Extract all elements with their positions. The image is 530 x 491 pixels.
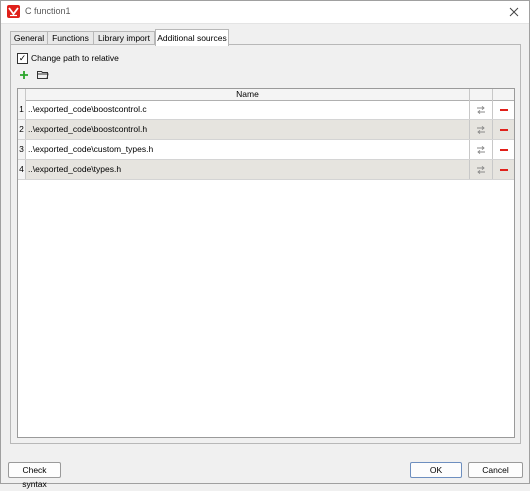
remove-icon[interactable] [499, 108, 508, 112]
source-path[interactable]: ..\exported_code\types.h [26, 160, 470, 179]
row-number: 1 [18, 100, 26, 119]
swap-icon[interactable] [476, 145, 486, 154]
app-logo-icon [7, 5, 20, 18]
plus-icon[interactable] [19, 70, 29, 80]
title-bar: C function1 [1, 1, 529, 24]
swap-icon[interactable] [476, 165, 486, 174]
dialog-window: C function1 General Functions Library im… [0, 0, 530, 489]
row-number: 2 [18, 120, 26, 139]
tab-general[interactable]: General [10, 31, 48, 45]
table-row[interactable]: 2 ..\exported_code\boostcontrol.h [18, 120, 514, 140]
change-path-label: Change path to relative [31, 53, 119, 63]
check-syntax-button[interactable]: Check syntax [8, 462, 61, 489]
table-row[interactable]: 3 ..\exported_code\custom_types.h [18, 140, 514, 160]
source-path[interactable]: ..\exported_code\boostcontrol.c [26, 100, 470, 119]
source-path[interactable]: ..\exported_code\boostcontrol.h [26, 120, 470, 139]
remove-icon[interactable] [499, 148, 508, 152]
ok-button[interactable]: OK [410, 462, 462, 478]
table-row[interactable]: 4 ..\exported_code\types.h [18, 160, 514, 180]
sources-table: Name 1 ..\exported_code\boostcontrol.c 2… [17, 88, 515, 438]
tab-general-label: General [13, 33, 45, 43]
cancel-button[interactable]: Cancel [468, 462, 523, 478]
additional-sources-panel: ✓ Change path to relative Name 1 ..\expo… [10, 44, 521, 444]
swap-icon[interactable] [476, 125, 486, 134]
folder-icon[interactable] [37, 70, 49, 80]
table-row[interactable]: 1 ..\exported_code\boostcontrol.c [18, 100, 514, 120]
tab-functions[interactable]: Functions [47, 31, 94, 45]
row-number: 3 [18, 140, 26, 159]
tab-additional-sources[interactable]: Additional sources [155, 29, 229, 46]
source-path[interactable]: ..\exported_code\custom_types.h [26, 140, 470, 159]
close-icon[interactable] [505, 3, 523, 21]
tab-library-import[interactable]: Library import [93, 31, 155, 45]
remove-icon[interactable] [499, 128, 508, 132]
tab-library-import-label: Library import [98, 33, 150, 43]
change-path-checkbox[interactable]: ✓ [17, 53, 28, 64]
window-title: C function1 [25, 6, 71, 16]
column-header-name[interactable]: Name [26, 89, 470, 100]
swap-icon[interactable] [476, 105, 486, 114]
tab-functions-label: Functions [52, 33, 89, 43]
row-number: 4 [18, 160, 26, 179]
tab-additional-sources-label: Additional sources [157, 33, 227, 43]
remove-icon[interactable] [499, 168, 508, 172]
